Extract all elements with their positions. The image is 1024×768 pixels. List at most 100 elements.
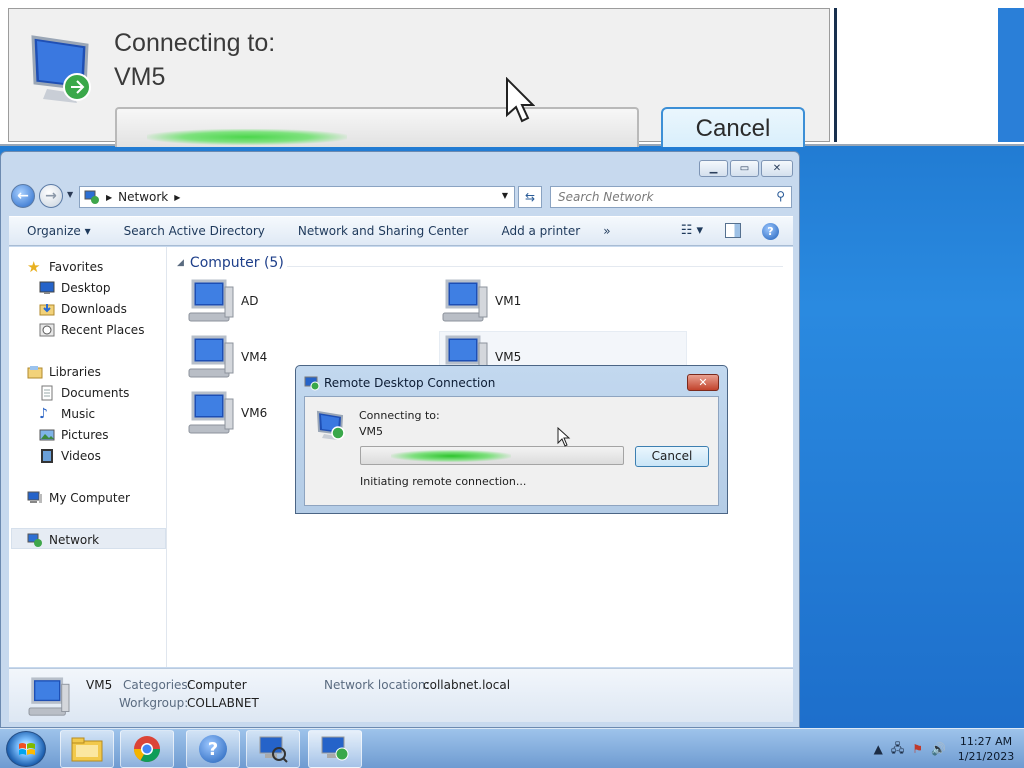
details-name: VM5 — [86, 678, 113, 692]
notification-area: ▲ 🖧 ⚑ 🔊 11:27 AM 1/21/2023 — [874, 731, 1018, 767]
network-tray-icon[interactable]: 🖧 — [891, 739, 904, 760]
downloads-folder-icon — [39, 304, 55, 316]
chevron-right-icon[interactable]: ▶ — [174, 193, 180, 202]
more-commands-button[interactable]: » — [595, 224, 618, 238]
nav-videos[interactable]: Videos — [39, 446, 101, 466]
taskbar-network-search-button[interactable] — [246, 730, 300, 768]
network-search-icon — [259, 736, 288, 763]
address-bar[interactable]: ▶ Network ▶ ▼ — [79, 186, 515, 208]
add-printer-button[interactable]: Add a printer — [483, 224, 595, 238]
clock[interactable]: 11:27 AM 1/21/2023 — [954, 734, 1018, 764]
remote-desktop-icon — [304, 376, 320, 391]
magnifier-view: Connecting to: VM5 Cancel — [0, 0, 1024, 147]
libraries-icon — [27, 366, 43, 379]
details-location-value: collabnet.local — [423, 678, 511, 692]
address-row: ← → ▼ ▶ Network ▶ ▼ ⇆ Search Network ⚲ — [9, 182, 793, 210]
details-workgroup-label: Workgroup: — [119, 696, 189, 710]
volume-icon[interactable]: 🔊 — [931, 742, 946, 756]
search-active-directory-button[interactable]: Search Active Directory — [106, 224, 280, 238]
address-dropdown-icon[interactable]: ▼ — [502, 191, 508, 200]
change-view-icon[interactable]: ☷ ▾ — [681, 223, 703, 238]
search-placeholder: Search Network — [558, 190, 654, 204]
music-icon: ♪ — [39, 406, 48, 422]
taskbar: ? ▲ 🖧 ⚑ 🔊 11:27 AM 1/21/2023 — [0, 728, 1024, 768]
nav-recent-places[interactable]: Recent Places — [39, 320, 144, 340]
nav-my-computer[interactable]: My Computer — [27, 488, 130, 508]
nav-music[interactable]: ♪ Music — [39, 404, 95, 424]
nav-libraries[interactable]: Libraries — [27, 362, 101, 382]
nav-favorites[interactable]: ★ Favorites — [27, 257, 103, 277]
search-input[interactable]: Search Network ⚲ — [550, 186, 792, 208]
nav-my-computer-label: My Computer — [49, 491, 130, 505]
clock-date: 1/21/2023 — [957, 750, 1015, 763]
network-sharing-center-button[interactable]: Network and Sharing Center — [280, 224, 484, 238]
computer-item-label: VM1 — [495, 294, 522, 308]
computer-icon — [188, 391, 234, 434]
network-icon — [84, 190, 99, 204]
pictures-icon — [39, 429, 55, 441]
group-title: Computer (5) — [189, 255, 284, 271]
dialog-close-button[interactable]: ✕ — [687, 374, 719, 391]
refresh-button[interactable]: ⇆ — [518, 186, 542, 208]
start-button[interactable] — [6, 731, 46, 767]
dialog-body: Connecting to: VM5 Cancel Initiating rem… — [304, 396, 719, 506]
computer-item-label: VM6 — [241, 406, 268, 420]
cursor-icon — [506, 77, 535, 123]
computer-item-ad[interactable]: AD — [187, 279, 258, 323]
computer-item-vm6[interactable]: VM6 — [187, 391, 267, 435]
nav-desktop[interactable]: Desktop — [39, 278, 111, 298]
recent-pages-dropdown[interactable]: ▼ — [67, 190, 73, 199]
forward-button[interactable]: → — [39, 184, 63, 208]
breadcrumb-network[interactable]: Network — [118, 190, 168, 204]
maximize-button[interactable]: ▭ — [730, 160, 759, 177]
nav-network-label: Network — [49, 533, 100, 547]
nav-pictures[interactable]: Pictures — [39, 425, 109, 445]
search-icon[interactable]: ⚲ — [776, 189, 785, 203]
details-categories-label: Categories: — [123, 678, 192, 692]
help-icon: ? — [199, 735, 227, 763]
nav-network[interactable]: Network — [27, 530, 99, 550]
computer-item-vm1[interactable]: VM1 — [441, 279, 521, 323]
show-hidden-icons-icon[interactable]: ▲ — [874, 742, 883, 756]
chevron-right-icon[interactable]: ▶ — [106, 193, 112, 202]
computer-item-label: VM4 — [241, 350, 268, 364]
window-controls: ▁ ▭ ✕ — [699, 160, 793, 177]
chrome-icon — [133, 736, 161, 763]
taskbar-chrome-button[interactable] — [120, 730, 174, 768]
nav-downloads[interactable]: Downloads — [39, 299, 127, 319]
taskbar-explorer-button[interactable] — [60, 730, 114, 768]
desktop-icon — [39, 281, 55, 294]
nav-downloads-label: Downloads — [61, 302, 127, 316]
videos-icon — [41, 449, 53, 463]
nav-music-label: Music — [61, 407, 96, 421]
collapse-triangle-icon[interactable]: ◢ — [177, 258, 184, 268]
remote-desktop-icon — [31, 35, 91, 103]
minimize-button[interactable]: ▁ — [699, 160, 728, 177]
windows-logo-icon — [19, 743, 35, 755]
organize-button[interactable]: Organize ▾ — [9, 224, 106, 238]
computer-item-vm4[interactable]: VM4 — [187, 335, 267, 379]
preview-pane-icon[interactable] — [725, 223, 741, 238]
nav-documents[interactable]: Documents — [39, 383, 129, 403]
help-icon[interactable]: ? — [762, 223, 779, 240]
magnifier-cancel-button: Cancel — [661, 107, 805, 147]
status-text: Initiating remote connection... — [360, 475, 527, 488]
computer-item-label: VM5 — [495, 350, 522, 364]
action-center-icon[interactable]: ⚑ — [912, 742, 923, 756]
details-location-label: Network location: — [324, 678, 430, 692]
magnifier-connecting-label: Connecting to: — [114, 29, 276, 57]
group-header-computer[interactable]: ◢ Computer (5) — [177, 255, 284, 271]
cancel-button[interactable]: Cancel — [635, 446, 709, 467]
nav-recent-label: Recent Places — [61, 323, 145, 337]
nav-favorites-label: Favorites — [49, 260, 104, 274]
taskbar-help-button[interactable]: ? — [186, 730, 240, 768]
recent-places-icon — [39, 323, 55, 337]
close-button[interactable]: ✕ — [761, 160, 793, 177]
computer-icon — [188, 279, 234, 322]
computer-icon — [28, 677, 70, 716]
taskbar-remote-desktop-button[interactable] — [308, 730, 362, 768]
nav-videos-label: Videos — [61, 449, 101, 463]
back-button[interactable]: ← — [11, 184, 35, 208]
magnifier-host-label: VM5 — [114, 63, 166, 91]
nav-libraries-label: Libraries — [49, 365, 101, 379]
